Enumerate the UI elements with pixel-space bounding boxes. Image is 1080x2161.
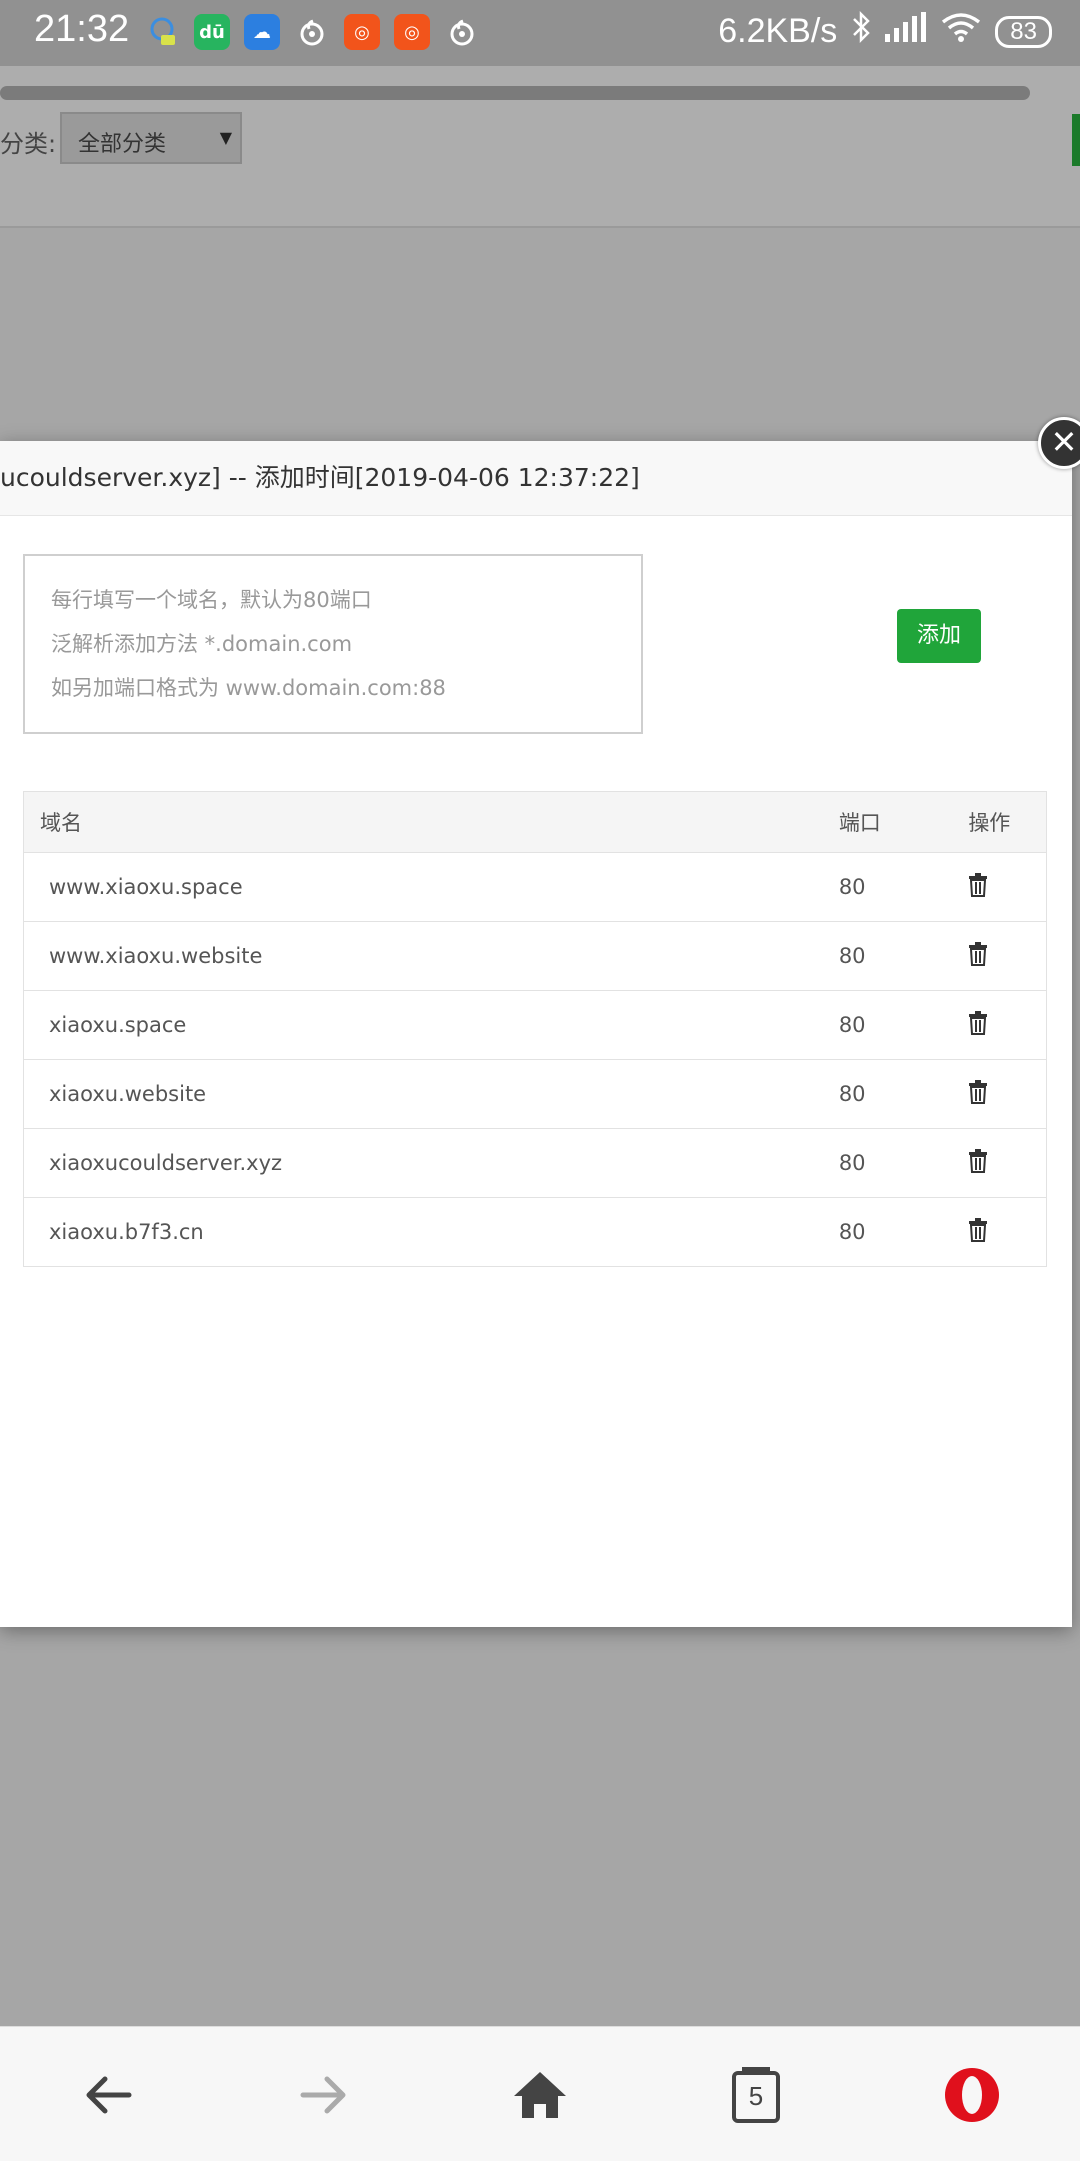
table-row: xiaoxu.space 80: [24, 991, 1046, 1060]
tab-count: 5: [748, 2081, 764, 2111]
domain-manager-dialog: ucouldserver.xyz] -- 添加时间[2019-04-06 12:…: [0, 417, 1080, 1627]
column-header-port: 端口: [838, 811, 881, 835]
column-header-action: 操作: [968, 811, 1011, 835]
delete-icon[interactable]: [968, 941, 988, 966]
table-row: www.xiaoxu.website 80: [24, 922, 1046, 991]
action-cell: [964, 941, 1046, 971]
action-cell: [964, 872, 1046, 902]
bluetooth-icon: [851, 10, 871, 53]
horizontal-scrollbar[interactable]: [0, 86, 1030, 100]
column-header-domain: 域名: [40, 811, 82, 835]
green-button-edge[interactable]: [1072, 114, 1080, 166]
delete-icon[interactable]: [968, 1217, 988, 1242]
orange-app-icon: ◎: [394, 14, 430, 50]
category-label: 分类:: [0, 130, 57, 158]
status-bar: 21:32 dū ☁ ◎ ◎ 6.2KB/s 83: [0, 0, 1080, 66]
netease-music-icon: [294, 14, 330, 50]
battery-indicator: 83: [995, 15, 1052, 48]
action-cell: [964, 1148, 1046, 1178]
category-select-value: 全部分类: [78, 132, 167, 157]
domain-cell: xiaoxu.space: [49, 1013, 187, 1037]
delete-icon[interactable]: [968, 1079, 988, 1104]
network-speed: 6.2KB/s: [718, 12, 838, 50]
orange-app-icon: ◎: [344, 14, 380, 50]
category-select[interactable]: 全部分类 ▼: [60, 112, 242, 164]
notification-icons: dū ☁ ◎ ◎: [144, 14, 480, 50]
port-cell: 80: [838, 1151, 866, 1175]
qq-icon: [144, 14, 180, 50]
delete-icon[interactable]: [968, 872, 988, 897]
domain-cell: xiaoxu.b7f3.cn: [49, 1220, 204, 1244]
signal-icon: [885, 12, 927, 51]
table-header: 域名 端口 操作: [24, 792, 1046, 853]
weather-icon: ☁: [244, 14, 280, 50]
action-cell: [964, 1217, 1046, 1247]
table-row: xiaoxucouldserver.xyz 80: [24, 1129, 1046, 1198]
status-right: 6.2KB/s 83: [718, 10, 1052, 53]
back-icon[interactable]: [78, 2065, 138, 2125]
home-icon[interactable]: [510, 2065, 570, 2125]
dialog-title: ucouldserver.xyz] -- 添加时间[2019-04-06 12:…: [0, 441, 1072, 516]
domain-input[interactable]: 每行填写一个域名，默认为80端口 泛解析添加方法 *.domain.com 如另…: [23, 554, 643, 734]
netease-music-icon: [444, 14, 480, 50]
action-cell: [964, 1010, 1046, 1040]
delete-icon[interactable]: [968, 1010, 988, 1035]
wifi-icon: [941, 12, 981, 51]
opera-menu-icon[interactable]: [942, 2065, 1002, 2125]
action-cell: [964, 1079, 1046, 1109]
delete-icon[interactable]: [968, 1148, 988, 1173]
browser-bottom-bar: 5: [0, 2026, 1080, 2161]
tabs-icon[interactable]: 5: [726, 2065, 786, 2125]
status-time: 21:32: [34, 8, 130, 50]
domain-cell: xiaoxu.website: [49, 1082, 207, 1106]
add-domain-button[interactable]: 添加: [897, 609, 981, 663]
port-cell: 80: [838, 1082, 866, 1106]
forward-icon[interactable]: [294, 2065, 354, 2125]
table-row: xiaoxu.website 80: [24, 1060, 1046, 1129]
port-cell: 80: [838, 944, 866, 968]
domain-cell: www.xiaoxu.space: [49, 875, 243, 899]
domain-cell: xiaoxucouldserver.xyz: [49, 1151, 283, 1175]
page-toolbar: 分类: 全部分类 ▼: [0, 66, 1080, 228]
du-icon: dū: [194, 14, 230, 50]
table-row: www.xiaoxu.space 80: [24, 853, 1046, 922]
dropdown-arrow-icon: ▼: [219, 128, 232, 147]
domain-cell: www.xiaoxu.website: [49, 944, 263, 968]
port-cell: 80: [838, 1013, 866, 1037]
port-cell: 80: [838, 875, 866, 899]
table-row: xiaoxu.b7f3.cn 80: [24, 1198, 1046, 1266]
port-cell: 80: [838, 1220, 866, 1244]
domain-table: 域名 端口 操作 www.xiaoxu.space 80 www.xiaoxu.we…: [23, 791, 1047, 1267]
